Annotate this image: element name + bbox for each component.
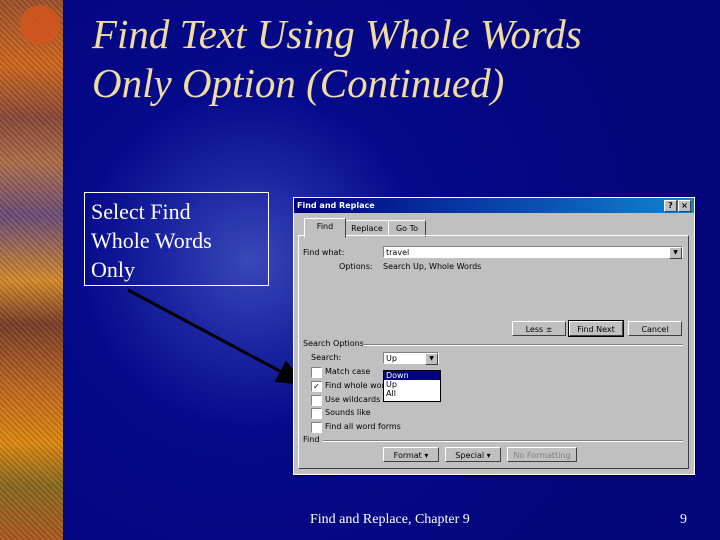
match-case-label: Match case	[325, 367, 371, 376]
arrow-line	[127, 288, 307, 386]
dialog-title: Find and Replace	[297, 201, 375, 210]
use-wildcards-checkbox[interactable]	[311, 395, 322, 406]
divider	[363, 344, 683, 346]
find-whole-words-checkbox[interactable]: ✓	[311, 381, 322, 392]
use-wildcards-label: Use wildcards	[325, 395, 381, 404]
find-what-input[interactable]: travel ▼	[383, 246, 683, 259]
chevron-down-icon[interactable]: ▼	[425, 353, 438, 365]
search-direction-value: Up	[386, 354, 397, 363]
less-button[interactable]: Less ±	[512, 321, 566, 336]
dropdown-option-up[interactable]: Up	[384, 380, 440, 389]
tab-find[interactable]: Find	[304, 218, 346, 238]
search-options-label: Search Options	[303, 339, 364, 348]
search-direction-label: Search:	[311, 353, 342, 362]
no-formatting-button[interactable]: No Formatting	[507, 447, 577, 462]
checkmark-icon: ✓	[313, 382, 320, 391]
find-group-label: Find	[303, 435, 320, 444]
format-button[interactable]: Format ▾	[383, 447, 439, 462]
find-next-button[interactable]: Find Next	[568, 320, 624, 337]
find-what-value: travel	[386, 248, 410, 257]
find-tab-panel: Find what: travel ▼ Options: Search Up, …	[298, 235, 689, 469]
cancel-button[interactable]: Cancel	[628, 321, 682, 336]
sounds-like-label: Sounds like	[325, 408, 371, 417]
dropdown-option-down[interactable]: Down	[384, 371, 440, 380]
dialog-titlebar: Find and Replace ? ×	[294, 198, 694, 213]
find-whole-words-label: Find whole words only	[325, 381, 385, 390]
find-all-word-forms-label: Find all word forms	[325, 422, 401, 431]
options-label: Options:	[339, 262, 373, 271]
page-number: 9	[680, 512, 687, 527]
match-case-checkbox[interactable]	[311, 367, 322, 378]
chevron-down-icon[interactable]: ▼	[669, 247, 682, 259]
options-value: Search Up, Whole Words	[383, 262, 482, 271]
dropdown-option-all[interactable]: All	[384, 389, 440, 398]
close-button[interactable]: ×	[678, 200, 691, 212]
search-direction-select[interactable]: Up ▼	[383, 352, 439, 365]
help-button[interactable]: ?	[664, 200, 677, 212]
search-direction-dropdown-list: Down Up All	[383, 370, 441, 402]
divider	[323, 440, 683, 442]
special-button[interactable]: Special ▾	[445, 447, 501, 462]
find-all-word-forms-checkbox[interactable]	[311, 422, 322, 433]
find-replace-dialog: Find and Replace ? × Find Replace Go To …	[293, 197, 695, 475]
find-what-label: Find what:	[303, 248, 345, 257]
sounds-like-checkbox[interactable]	[311, 408, 322, 419]
slide-footer: Find and Replace, Chapter 9	[310, 512, 470, 527]
